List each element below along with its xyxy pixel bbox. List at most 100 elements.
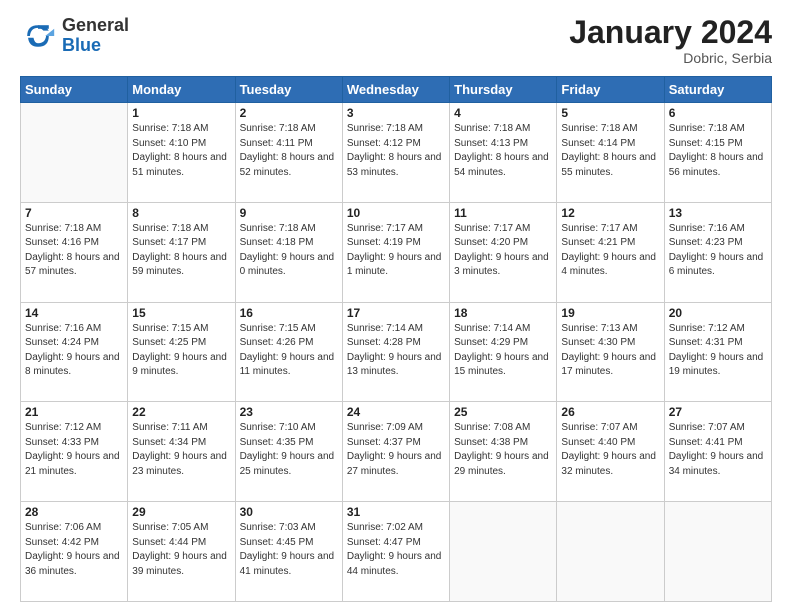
day-info: Sunrise: 7:12 AMSunset: 4:33 PMDaylight:… <box>25 421 123 479</box>
calendar-cell: 20Sunrise: 7:12 AMSunset: 4:31 PMDayligh… <box>664 302 771 402</box>
calendar-cell: 3Sunrise: 7:18 AMSunset: 4:12 PMDaylight… <box>342 103 449 203</box>
day-number: 11 <box>454 206 552 220</box>
col-saturday: Saturday <box>664 77 771 103</box>
day-info: Sunrise: 7:06 AMSunset: 4:42 PMDaylight:… <box>25 521 123 579</box>
calendar-cell: 31Sunrise: 7:02 AMSunset: 4:47 PMDayligh… <box>342 502 449 602</box>
calendar-cell: 16 Sunrise: 7:15 AMSunset: 4:26 PMDayligh… <box>235 302 342 402</box>
day-number: 21 <box>25 405 123 419</box>
calendar-cell: 21 Sunrise: 7:12 AMSunset: 4:33 PMDayligh… <box>21 402 128 502</box>
day-info: Sunrise: 7:18 AMSunset: 4:10 PMDaylight:… <box>132 122 230 180</box>
day-info: Sunrise: 7:15 AMSunset: 4:26 PMDaylight:… <box>240 322 338 380</box>
location: Dobric, Serbia <box>569 50 772 66</box>
day-info: Sunrise: 7:09 AMSunset: 4:37 PMDaylight:… <box>347 421 445 479</box>
day-number: 19 <box>561 306 659 320</box>
day-number: 3 <box>347 106 445 120</box>
calendar-cell: 27 Sunrise: 7:07 AMSunset: 4:41 PMDayligh… <box>664 402 771 502</box>
month-title: January 2024 <box>569 16 772 48</box>
day-number: 22 <box>132 405 230 419</box>
calendar-cell: 4 Sunrise: 7:18 AMSunset: 4:13 PMDaylight… <box>450 103 557 203</box>
calendar-cell: 10 Sunrise: 7:17 AMSunset: 4:19 PMDayligh… <box>342 202 449 302</box>
day-number: 4 <box>454 106 552 120</box>
calendar-header-row: Sunday Monday Tuesday Wednesday Thursday… <box>21 77 772 103</box>
calendar-cell <box>21 103 128 203</box>
header: General Blue January 2024 Dobric, Serbia <box>20 16 772 66</box>
calendar-cell: 6 Sunrise: 7:18 AMSunset: 4:15 PMDaylight… <box>664 103 771 203</box>
day-number: 25 <box>454 405 552 419</box>
day-number: 13 <box>669 206 767 220</box>
day-number: 17 <box>347 306 445 320</box>
day-info: Sunrise: 7:07 AMSunset: 4:40 PMDaylight:… <box>561 421 659 479</box>
calendar-cell: 29 Sunrise: 7:05 AMSunset: 4:44 PMDayligh… <box>128 502 235 602</box>
calendar-cell: 13Sunrise: 7:16 AMSunset: 4:23 PMDayligh… <box>664 202 771 302</box>
day-info: Sunrise: 7:18 AMSunset: 4:14 PMDaylight:… <box>561 122 659 180</box>
day-number: 23 <box>240 405 338 419</box>
calendar-table: Sunday Monday Tuesday Wednesday Thursday… <box>20 76 772 602</box>
day-info: Sunrise: 7:14 AMSunset: 4:29 PMDaylight:… <box>454 322 552 380</box>
calendar-cell: 26Sunrise: 7:07 AMSunset: 4:40 PMDayligh… <box>557 402 664 502</box>
col-tuesday: Tuesday <box>235 77 342 103</box>
day-number: 10 <box>347 206 445 220</box>
calendar-cell: 17 Sunrise: 7:14 AMSunset: 4:28 PMDayligh… <box>342 302 449 402</box>
calendar-cell: 19 Sunrise: 7:13 AMSunset: 4:30 PMDayligh… <box>557 302 664 402</box>
day-info: Sunrise: 7:17 AMSunset: 4:19 PMDaylight:… <box>347 222 445 280</box>
day-number: 5 <box>561 106 659 120</box>
day-number: 20 <box>669 306 767 320</box>
day-info: Sunrise: 7:18 AMSunset: 4:17 PMDaylight:… <box>132 222 230 280</box>
day-number: 12 <box>561 206 659 220</box>
day-number: 27 <box>669 405 767 419</box>
calendar-cell: 22 Sunrise: 7:11 AMSunset: 4:34 PMDayligh… <box>128 402 235 502</box>
day-info: Sunrise: 7:03 AMSunset: 4:45 PMDaylight:… <box>240 521 338 579</box>
calendar-cell <box>557 502 664 602</box>
day-info: Sunrise: 7:18 AMSunset: 4:18 PMDaylight:… <box>240 222 338 280</box>
day-info: Sunrise: 7:13 AMSunset: 4:30 PMDaylight:… <box>561 322 659 380</box>
calendar-cell: 23 Sunrise: 7:10 AMSunset: 4:35 PMDayligh… <box>235 402 342 502</box>
calendar-cell: 15 Sunrise: 7:15 AMSunset: 4:25 PMDayligh… <box>128 302 235 402</box>
day-number: 29 <box>132 505 230 519</box>
day-number: 7 <box>25 206 123 220</box>
col-thursday: Thursday <box>450 77 557 103</box>
calendar-cell: 5 Sunrise: 7:18 AMSunset: 4:14 PMDaylight… <box>557 103 664 203</box>
day-info: Sunrise: 7:15 AMSunset: 4:25 PMDaylight:… <box>132 322 230 380</box>
day-info: Sunrise: 7:10 AMSunset: 4:35 PMDaylight:… <box>240 421 338 479</box>
day-number: 6 <box>669 106 767 120</box>
day-info: Sunrise: 7:17 AMSunset: 4:21 PMDaylight:… <box>561 222 659 280</box>
calendar-cell: 8Sunrise: 7:18 AMSunset: 4:17 PMDaylight… <box>128 202 235 302</box>
day-number: 24 <box>347 405 445 419</box>
day-info: Sunrise: 7:17 AMSunset: 4:20 PMDaylight:… <box>454 222 552 280</box>
calendar-cell <box>664 502 771 602</box>
col-sunday: Sunday <box>21 77 128 103</box>
day-info: Sunrise: 7:16 AMSunset: 4:24 PMDaylight:… <box>25 322 123 380</box>
calendar-week-row: 14Sunrise: 7:16 AMSunset: 4:24 PMDayligh… <box>21 302 772 402</box>
day-number: 9 <box>240 206 338 220</box>
day-info: Sunrise: 7:08 AMSunset: 4:38 PMDaylight:… <box>454 421 552 479</box>
day-number: 30 <box>240 505 338 519</box>
col-monday: Monday <box>128 77 235 103</box>
day-number: 16 <box>240 306 338 320</box>
logo: General Blue <box>20 16 129 56</box>
day-info: Sunrise: 7:07 AMSunset: 4:41 PMDaylight:… <box>669 421 767 479</box>
logo-icon <box>20 18 56 54</box>
calendar-cell: 9 Sunrise: 7:18 AMSunset: 4:18 PMDaylight… <box>235 202 342 302</box>
calendar-cell <box>450 502 557 602</box>
page: General Blue January 2024 Dobric, Serbia… <box>0 0 792 612</box>
logo-text: General Blue <box>62 16 129 56</box>
day-info: Sunrise: 7:18 AMSunset: 4:15 PMDaylight:… <box>669 122 767 180</box>
day-info: Sunrise: 7:14 AMSunset: 4:28 PMDaylight:… <box>347 322 445 380</box>
day-info: Sunrise: 7:11 AMSunset: 4:34 PMDaylight:… <box>132 421 230 479</box>
day-info: Sunrise: 7:18 AMSunset: 4:16 PMDaylight:… <box>25 222 123 280</box>
col-friday: Friday <box>557 77 664 103</box>
calendar-week-row: 21 Sunrise: 7:12 AMSunset: 4:33 PMDayligh… <box>21 402 772 502</box>
day-info: Sunrise: 7:18 AMSunset: 4:13 PMDaylight:… <box>454 122 552 180</box>
day-info: Sunrise: 7:02 AMSunset: 4:47 PMDaylight:… <box>347 521 445 579</box>
calendar-cell: 12 Sunrise: 7:17 AMSunset: 4:21 PMDayligh… <box>557 202 664 302</box>
day-number: 15 <box>132 306 230 320</box>
calendar-cell: 1Sunrise: 7:18 AMSunset: 4:10 PMDaylight… <box>128 103 235 203</box>
calendar-week-row: 28 Sunrise: 7:06 AMSunset: 4:42 PMDayligh… <box>21 502 772 602</box>
day-number: 28 <box>25 505 123 519</box>
calendar-cell: 25 Sunrise: 7:08 AMSunset: 4:38 PMDayligh… <box>450 402 557 502</box>
day-info: Sunrise: 7:05 AMSunset: 4:44 PMDaylight:… <box>132 521 230 579</box>
calendar-week-row: 7 Sunrise: 7:18 AMSunset: 4:16 PMDaylight… <box>21 202 772 302</box>
calendar-cell: 14Sunrise: 7:16 AMSunset: 4:24 PMDayligh… <box>21 302 128 402</box>
calendar-body: 1Sunrise: 7:18 AMSunset: 4:10 PMDaylight… <box>21 103 772 602</box>
calendar-cell: 11 Sunrise: 7:17 AMSunset: 4:20 PMDayligh… <box>450 202 557 302</box>
